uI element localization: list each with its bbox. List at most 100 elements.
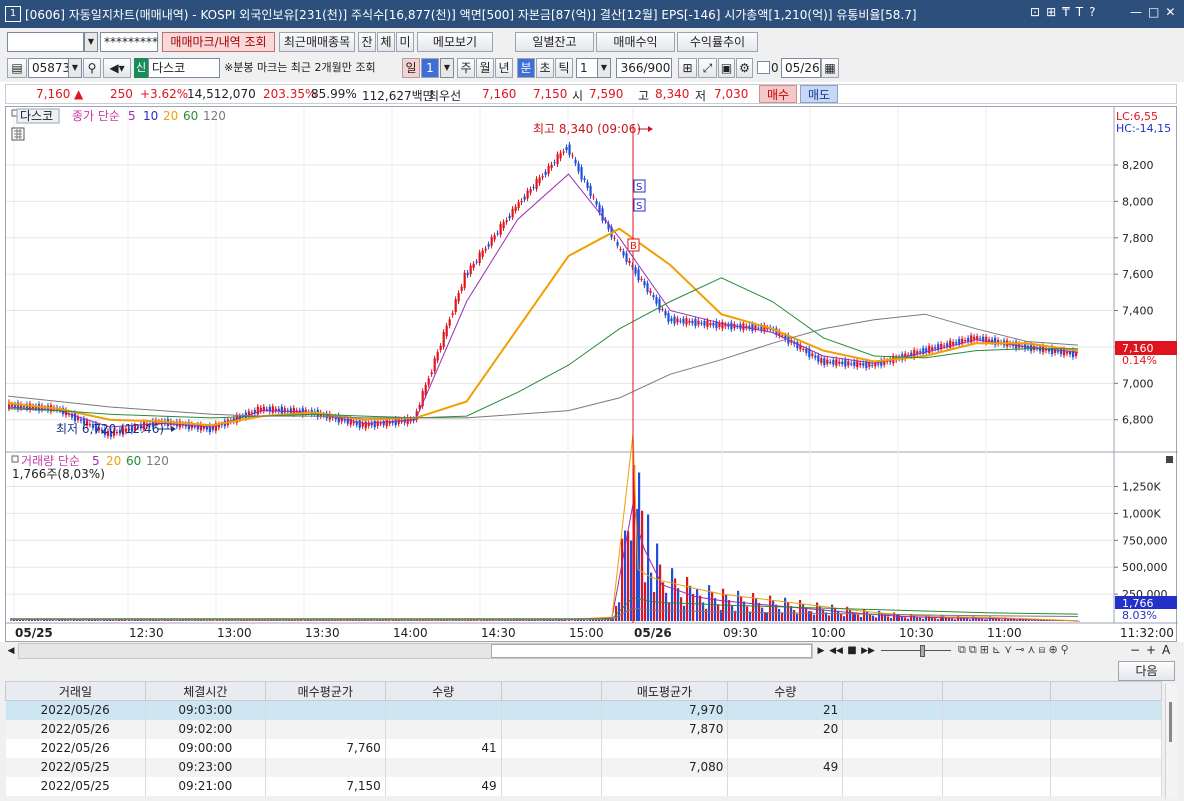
font-size-icon[interactable]: A	[1162, 643, 1174, 659]
close-icon[interactable]: ✕	[1165, 5, 1175, 19]
col-exec-time[interactable]: 체결시간	[144, 681, 266, 701]
trade-mark-buy[interactable]: B	[627, 238, 640, 252]
trade-mark-sell-2[interactable]: S	[633, 198, 646, 212]
period-month-button[interactable]: 월	[476, 58, 494, 78]
candle-body	[859, 363, 862, 366]
candle-body	[850, 363, 853, 365]
trade-history-table: 거래일 체결시간 매수평균가 수량 매도평균가 수량 2022/05/26 09…	[5, 681, 1162, 796]
chart-scrollbar-thumb[interactable]	[491, 644, 812, 658]
candle-body	[439, 345, 442, 350]
chart-area[interactable]: 8,2008,0007,8007,6007,4007,2007,0006,800…	[5, 106, 1178, 643]
col-buy-avg[interactable]: 매수평균가	[264, 681, 386, 701]
date-input[interactable]: 05/26	[781, 58, 821, 78]
chart-scrollbar-track[interactable]	[18, 643, 813, 659]
scroll-right-icon[interactable]: ▶	[815, 643, 827, 659]
total-volume: 14,512,070	[187, 87, 256, 101]
unexecuted-button[interactable]: 미	[396, 32, 414, 52]
candle-body	[433, 358, 436, 372]
zoom-out-icon[interactable]: −	[1130, 643, 1142, 659]
volume-panel-menu-icon[interactable]	[11, 455, 19, 463]
interval-input[interactable]: 1	[576, 58, 598, 78]
col-sell-avg[interactable]: 매도평균가	[600, 681, 729, 701]
table-scrollbar-thumb[interactable]	[1169, 702, 1172, 742]
recent-trade-items-button[interactable]: 최근매매종목	[279, 32, 355, 52]
daily-balance-button[interactable]: 일별잔고	[515, 32, 594, 52]
account-input[interactable]	[7, 32, 84, 52]
save-icon[interactable]: ▣	[718, 58, 735, 78]
pin-icon[interactable]: ₸	[1062, 5, 1070, 19]
scroll-left-icon[interactable]: ◀	[5, 643, 17, 659]
play-back-icon[interactable]: ◀◀	[829, 643, 843, 659]
period-count-field[interactable]: 1	[421, 58, 439, 78]
chart-tools-icons[interactable]: ⧉⧉⊞⊾⋎⊸⋏⧈⊕⚲	[958, 643, 1148, 659]
sound-icon[interactable]: ◀▾	[103, 58, 131, 78]
period-week-button[interactable]: 주	[457, 58, 475, 78]
table-row[interactable]: 2022/05/26 09:00:00 7,760 41	[5, 738, 1162, 758]
tool-icon-2[interactable]: ⊞	[1046, 5, 1056, 19]
volume-bar	[928, 615, 931, 621]
period-day-button[interactable]: 일	[402, 58, 420, 78]
volume-bar	[954, 619, 957, 621]
buy-button[interactable]: 매수	[759, 85, 797, 103]
interval-dropdown-icon[interactable]: ▼	[597, 58, 611, 78]
period-count-dropdown-icon[interactable]: ▼	[440, 58, 454, 78]
volume-bar	[711, 591, 714, 621]
account-dropdown-icon[interactable]: ▼	[84, 32, 98, 52]
time-tick-label: 05/25	[15, 626, 53, 640]
col-trade-date[interactable]: 거래일	[5, 681, 146, 701]
period-second-button[interactable]: 초	[536, 58, 554, 78]
stock-search-icon[interactable]: ▤	[7, 58, 27, 78]
password-input[interactable]: *********	[100, 32, 158, 52]
date-checkbox[interactable]	[757, 61, 770, 74]
chart-type-icon[interactable]: ⊞	[678, 58, 697, 78]
data-count-field[interactable]: 366/900	[616, 58, 672, 78]
settings-gear-icon[interactable]: ⚙	[736, 58, 753, 78]
table-scrollbar[interactable]	[1165, 684, 1177, 799]
play-forward-icon[interactable]: ▶▶	[861, 643, 875, 659]
period-tick-button[interactable]: 틱	[555, 58, 573, 78]
volume-bar	[677, 588, 680, 621]
time-tick-label: 09:30	[723, 626, 758, 640]
maximize-icon[interactable]: □	[1148, 5, 1159, 19]
tool-icon-1[interactable]: ⊡	[1030, 5, 1040, 19]
candle-body	[541, 176, 544, 178]
minimize-icon[interactable]: —	[1130, 5, 1142, 19]
volume-bar	[219, 620, 222, 621]
search-icon[interactable]: ⚲	[83, 58, 101, 78]
zoom-slider[interactable]	[881, 650, 951, 651]
last-volume-pct: 8.03%	[1122, 609, 1157, 622]
table-row[interactable]: 2022/05/25 09:21:00 7,150 49	[5, 776, 1162, 796]
stock-name-field[interactable]: 다스코	[148, 58, 220, 78]
drawing-icon[interactable]: ⤢	[698, 58, 717, 78]
calendar-icon[interactable]: ▦	[821, 58, 839, 78]
col-buy-qty[interactable]: 수량	[384, 681, 502, 701]
zoom-in-icon[interactable]: +	[1146, 643, 1158, 659]
volume-bar	[665, 592, 668, 621]
stop-icon[interactable]: ■	[845, 643, 859, 659]
stock-code-input[interactable]: 058730	[28, 58, 78, 78]
zoom-slider-handle[interactable]	[920, 645, 925, 657]
trade-profit-button[interactable]: 매매수익	[596, 32, 675, 52]
table-row[interactable]: 2022/05/26 09:03:00 7,970 21	[5, 700, 1162, 720]
stock-code-dropdown-icon[interactable]: ▼	[68, 58, 82, 78]
price-legend-label: 종가 단순	[72, 109, 120, 123]
table-row[interactable]: 2022/05/25 09:23:00 7,080 49	[5, 757, 1162, 777]
executed-button[interactable]: 체	[377, 32, 395, 52]
sell-button[interactable]: 매도	[800, 85, 838, 103]
period-minute-button[interactable]: 분	[517, 58, 535, 78]
panel-close-icon[interactable]	[1166, 456, 1173, 463]
trade-mark-query-button[interactable]: 매매마크/내역 조회	[162, 32, 275, 52]
balance-button[interactable]: 잔	[358, 32, 376, 52]
col-sell-qty[interactable]: 수량	[727, 681, 844, 701]
memo-view-button[interactable]: 메모보기	[417, 32, 493, 52]
volume-bar	[686, 576, 689, 621]
period-year-button[interactable]: 년	[495, 58, 513, 78]
next-page-button[interactable]: 다음	[1118, 661, 1175, 681]
candle-body	[643, 281, 646, 286]
trade-mark-sell-1[interactable]: S	[633, 179, 646, 193]
table-row[interactable]: 2022/05/26 09:02:00 7,870 20	[5, 719, 1162, 739]
stock-chart[interactable]: 8,2008,0007,8007,6007,4007,2007,0006,800…	[6, 107, 1178, 643]
return-trend-button[interactable]: 수익률추이	[677, 32, 758, 52]
font-icon[interactable]: T	[1076, 5, 1083, 19]
help-icon[interactable]: ?	[1089, 5, 1095, 19]
